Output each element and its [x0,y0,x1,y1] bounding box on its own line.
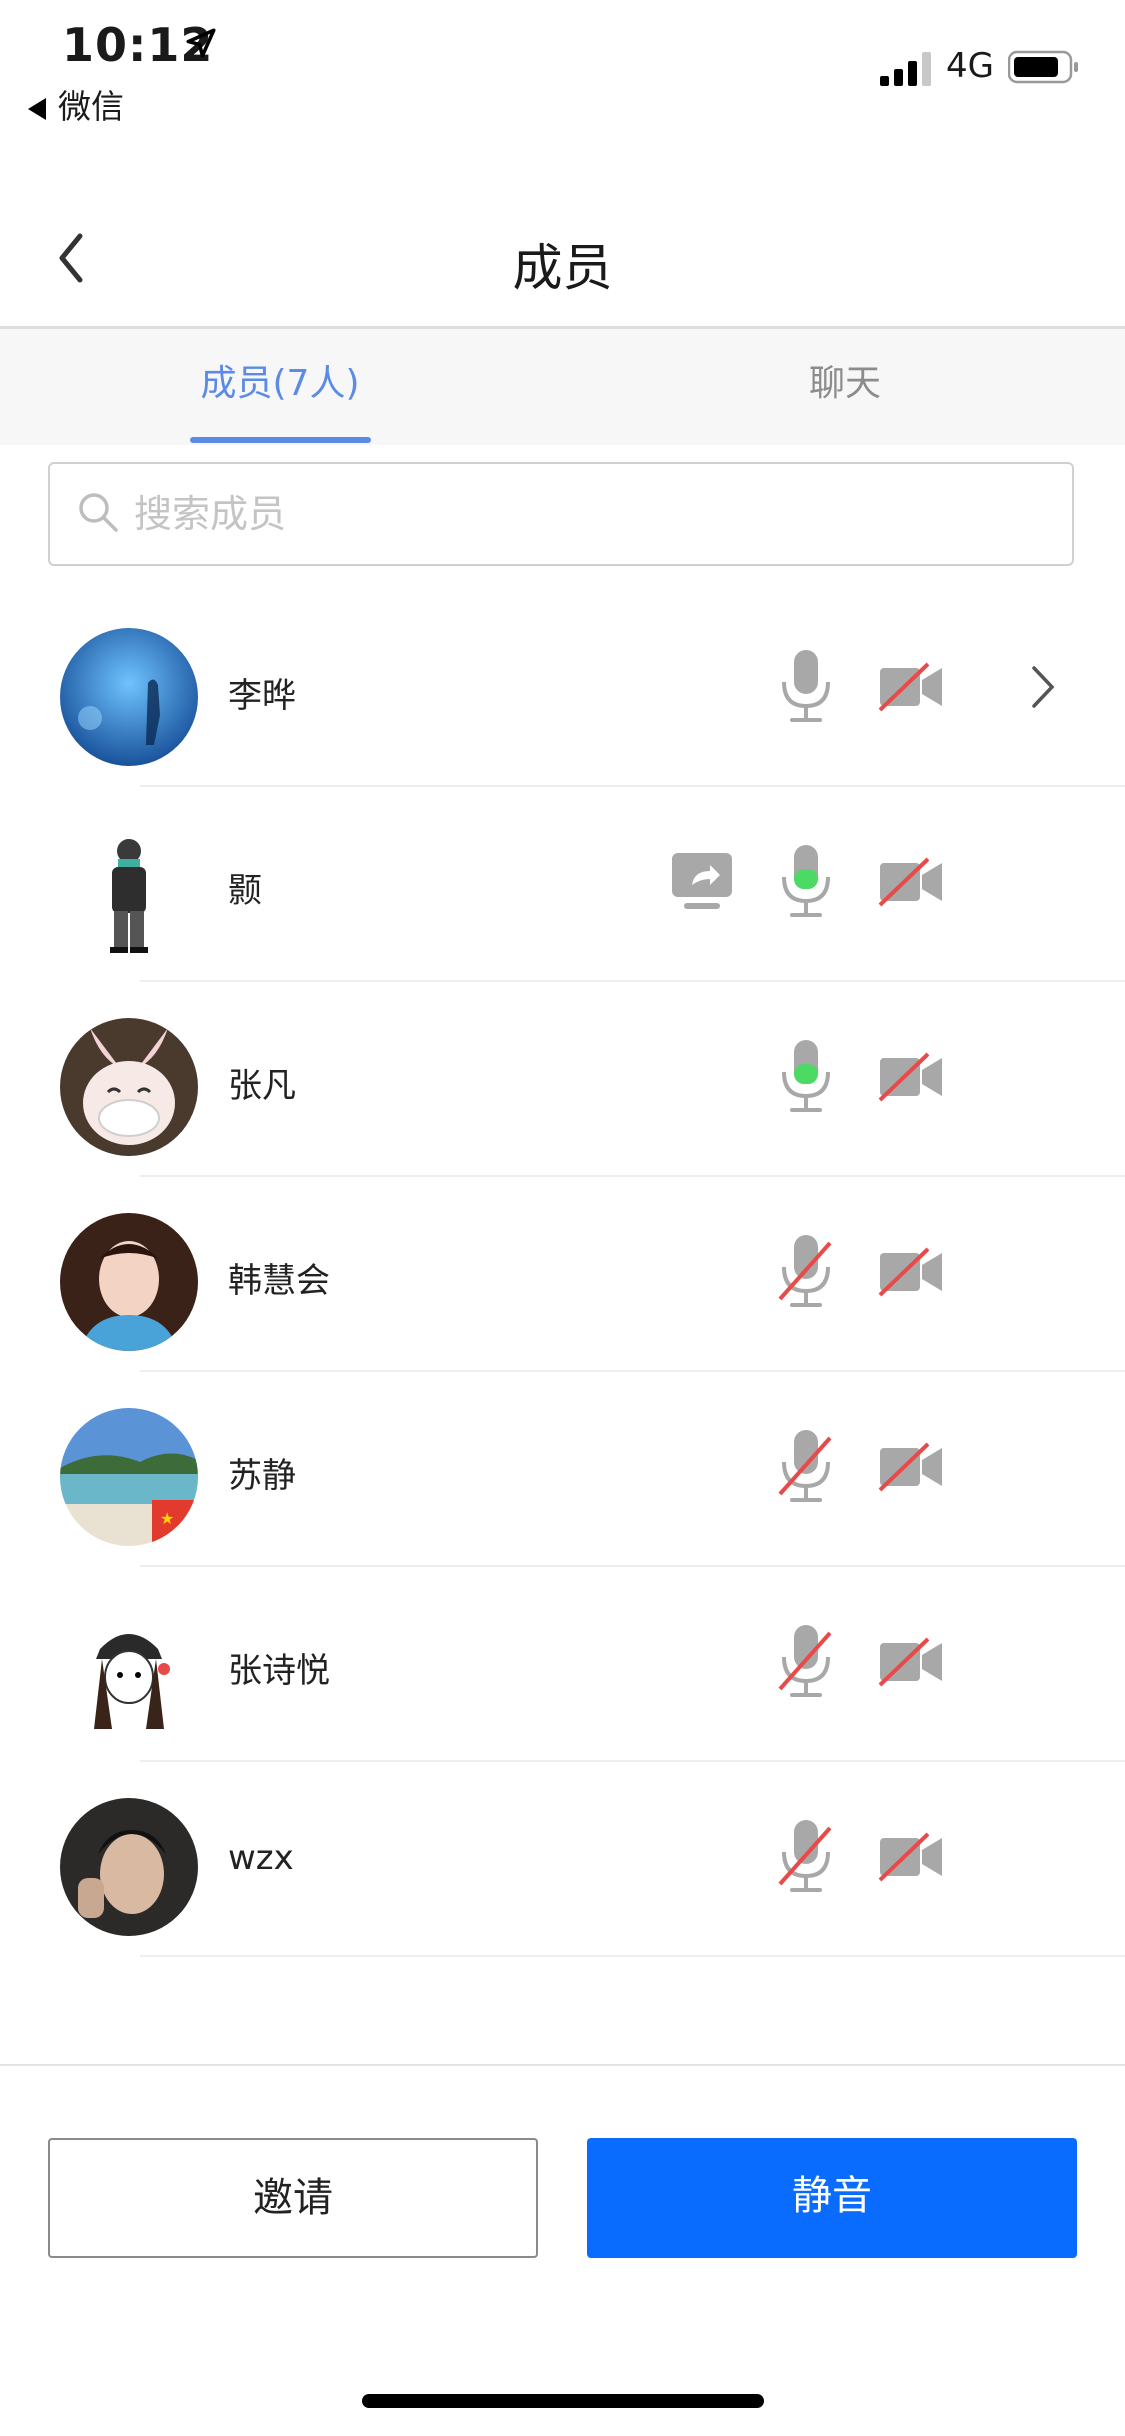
avatar [60,1213,198,1351]
nav-bar: 成员 [0,200,1125,329]
search-input[interactable] [132,480,1036,548]
member-name: 张凡 [228,1066,296,1106]
member-row[interactable]: 李晔 [0,592,1125,787]
chevron-right-icon[interactable] [1030,662,1056,712]
bottom-divider [0,2064,1125,2066]
camera-off-icon[interactable] [878,1247,944,1297]
avatar [60,1018,198,1156]
active-tab-indicator [190,437,371,443]
invite-button[interactable]: 邀请 [48,2138,538,2258]
member-name: wzx [228,1838,294,1878]
camera-off-icon[interactable] [878,1442,944,1492]
microphone-muted-icon[interactable] [776,1428,836,1506]
back-to-app-link[interactable]: 微信 [28,80,124,128]
microphone-speaking-icon[interactable] [776,1038,836,1116]
search-box[interactable] [48,462,1074,566]
location-arrow-icon [186,28,216,58]
battery-icon [1008,50,1078,84]
back-triangle-icon [28,97,46,120]
back-app-label: 微信 [58,87,124,126]
tab-bar: 成员(7人) 聊天 [0,329,1125,445]
row-divider [140,1955,1125,1957]
avatar: ★ [60,1408,198,1546]
camera-off-icon[interactable] [878,1052,944,1102]
member-name: 韩慧会 [228,1261,330,1301]
avatar [60,1798,198,1936]
signal-strength-icon [880,52,931,86]
camera-off-icon[interactable] [878,857,944,907]
home-indicator[interactable] [362,2394,764,2408]
member-row[interactable]: ★ 苏静 [0,1372,1125,1567]
member-name: 张诗悦 [228,1651,330,1691]
member-row[interactable]: 张凡 [0,982,1125,1177]
camera-off-icon[interactable] [878,1832,944,1882]
avatar [60,628,198,766]
camera-off-icon[interactable] [878,662,944,712]
svg-text:★: ★ [160,1509,174,1528]
screen-share-icon[interactable] [670,851,734,913]
avatar [60,1603,198,1741]
member-name: 苏静 [228,1456,296,1496]
tab-members[interactable]: 成员(7人) [0,329,560,445]
member-row[interactable]: 韩慧会 [0,1177,1125,1372]
member-name: 李晔 [228,676,296,716]
microphone-muted-icon[interactable] [776,1818,836,1896]
search-icon [79,493,118,532]
status-bar: 10:12 微信 4G [0,0,1125,130]
member-name: 颢 [228,871,262,911]
microphone-speaking-icon[interactable] [776,843,836,921]
microphone-muted-icon[interactable] [776,1623,836,1701]
avatar [60,823,198,961]
page-title: 成员 [512,239,613,297]
camera-off-icon[interactable] [878,1637,944,1687]
tab-chat[interactable]: 聊天 [565,329,1125,445]
member-row[interactable]: 颢 [0,787,1125,982]
mute-all-button[interactable]: 静音 [587,2138,1077,2258]
microphone-icon[interactable] [776,648,836,726]
member-row[interactable]: 张诗悦 [0,1567,1125,1762]
microphone-muted-icon[interactable] [776,1233,836,1311]
carrier-label: 4G [946,46,994,86]
member-row[interactable]: wzx [0,1762,1125,1957]
